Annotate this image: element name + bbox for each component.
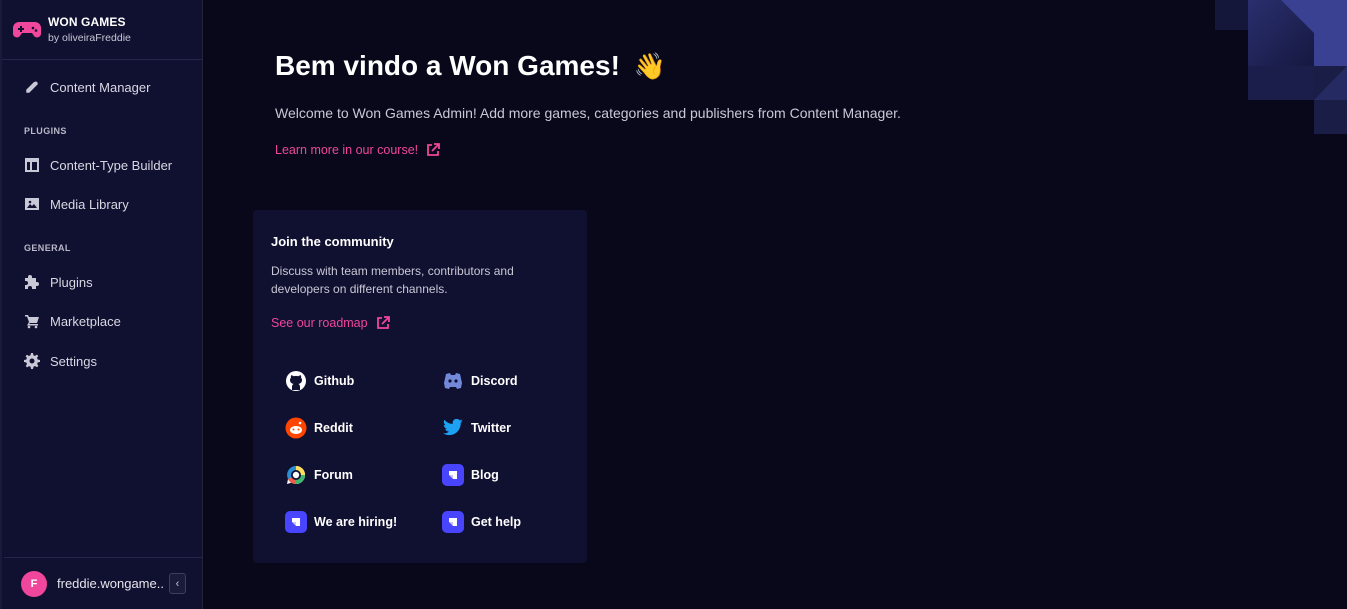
image-icon [25,198,39,210]
nav-plugins-label: Plugins [50,274,93,290]
roadmap-link[interactable]: See our roadmap [271,316,390,330]
feather-pen-icon [26,81,38,93]
external-link-icon [427,143,441,156]
community-title: Join the community [271,234,394,249]
community-card: Join the community Discuss with team mem… [253,210,587,563]
discord-label: Discord [471,374,518,388]
nav-media-library-label: Media Library [50,196,129,212]
layout-icon [25,158,39,172]
strapi-hiring-icon [285,511,307,533]
community-description: Discuss with team members, contributors … [271,264,514,296]
nav-settings-label: Settings [50,353,97,369]
nav-content-manager-label: Content Manager [50,79,151,95]
help-label: Get help [471,515,522,529]
reddit-link[interactable]: Reddit [285,417,353,439]
hiring-link[interactable]: We are hiring! [285,511,397,533]
nav-marketplace[interactable]: Marketplace [4,304,202,338]
github-icon [285,370,307,392]
blog-label: Blog [471,468,499,482]
forum-link[interactable]: Forum [285,464,353,486]
puzzle-icon [25,275,39,289]
general-section-heading: GENERAL [24,243,71,253]
twitter-icon [442,417,464,439]
collapse-sidebar-button[interactable]: ‹ [169,573,186,594]
page-title: Bem vindo a Won Games! 👋 [275,50,666,82]
nav-marketplace-label: Marketplace [50,313,121,329]
reddit-label: Reddit [314,421,353,435]
nav-media-library[interactable]: Media Library [4,187,202,221]
reddit-icon [285,417,307,439]
forum-label: Forum [314,468,353,482]
learn-more-link[interactable]: Learn more in our course! [275,143,441,157]
gamepad-logo-icon [13,21,41,37]
username[interactable]: freddie.wongame... [57,576,165,591]
decorative-corner-pattern [1215,0,1347,134]
chevron-left-icon: ‹ [175,577,180,590]
plugins-section-heading: PLUGINS [24,126,67,136]
user-footer: F freddie.wongame... ‹ [4,557,203,609]
gear-icon [24,353,40,369]
page-title-text: Bem vindo a Won Games! [275,50,620,81]
brand-header: WON GAMES by oliveiraFreddie [2,0,202,60]
twitter-label: Twitter [471,421,512,435]
forum-icon [285,464,307,486]
help-link[interactable]: Get help [442,511,521,533]
strapi-blog-icon [442,464,464,486]
nav-settings[interactable]: Settings [4,344,202,378]
nav-content-type-builder[interactable]: Content-Type Builder [4,148,202,182]
waving-hand-icon: 👋 [633,50,667,81]
nav-content-manager[interactable]: Content Manager [4,70,202,104]
nav-plugins[interactable]: Plugins [4,265,202,299]
external-link-icon [376,316,390,329]
learn-more-link-label: Learn more in our course! [275,143,419,157]
github-label: Github [314,374,355,388]
avatar[interactable]: F [21,570,47,597]
sidebar: WON GAMES by oliveiraFreddie Content Man… [0,0,203,609]
blog-link[interactable]: Blog [442,464,499,486]
discord-icon [442,370,464,392]
brand-name: WON GAMES [48,15,126,29]
strapi-help-icon [442,511,464,533]
twitter-link[interactable]: Twitter [442,417,511,439]
discord-link[interactable]: Discord [442,370,518,392]
brand-subtitle: by oliveiraFreddie [48,32,131,44]
shopping-cart-icon [25,315,39,329]
welcome-text: Welcome to Won Games Admin! Add more gam… [275,105,901,121]
roadmap-link-label: See our roadmap [271,316,368,330]
hiring-label: We are hiring! [314,515,398,529]
nav-content-type-builder-label: Content-Type Builder [50,157,173,173]
github-link[interactable]: Github [285,370,354,392]
